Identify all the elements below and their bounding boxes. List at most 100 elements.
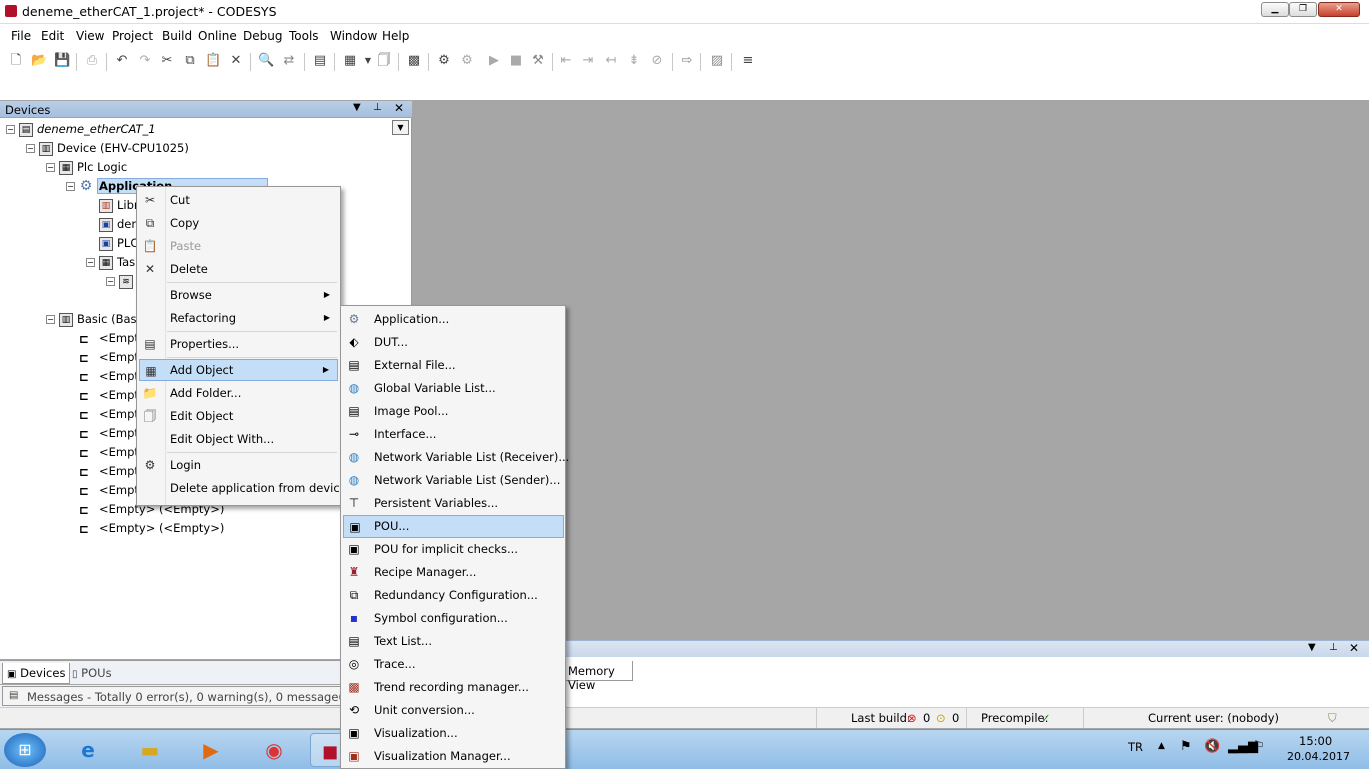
tree-expander-icon[interactable]: −	[6, 125, 15, 134]
tree-node[interactable]: ⊏ <Empt	[66, 348, 139, 366]
logout-icon[interactable]: ⚙	[459, 53, 475, 69]
build-icon[interactable]: ▩	[406, 53, 422, 69]
run-to-cursor-icon[interactable]: ⇟	[626, 53, 642, 69]
submenu-item[interactable]: ⚙ Application...	[343, 308, 564, 331]
tree-node[interactable]	[106, 291, 119, 309]
submenu-item[interactable]: ◍ Network Variable List (Sender)...	[343, 469, 564, 492]
context-menu-item[interactable]: 📋 Paste	[139, 235, 338, 257]
find-icon[interactable]: 🔍	[258, 53, 274, 69]
undo-icon[interactable]: ↶	[114, 53, 130, 69]
tree-node[interactable]: − ▥ Device (EHV-CPU1025)	[26, 139, 189, 157]
step-into-icon[interactable]: ⇥	[580, 53, 596, 69]
context-menu-item[interactable]: Delete application from device	[139, 477, 347, 499]
menu-window[interactable]: Window	[330, 29, 377, 43]
security-shield-icon[interactable]: ⛉	[1328, 711, 1337, 726]
tree-node[interactable]: − ≋	[106, 272, 137, 290]
messages-tab[interactable]: ▤ Messages - Totally 0 error(s), 0 warni…	[2, 686, 359, 706]
cut-icon[interactable]: ✂	[159, 53, 175, 69]
menu-view[interactable]: View	[76, 29, 104, 43]
submenu-item[interactable]: ▣ POU...	[343, 515, 564, 538]
dropdown-arrow-icon[interactable]: ▼	[360, 53, 376, 69]
select-all-icon[interactable]: ▤	[312, 53, 328, 69]
print-icon[interactable]: ⎙	[84, 53, 100, 69]
redo-icon[interactable]: ↷	[137, 53, 153, 69]
tree-dropdown-button[interactable]: ▼	[392, 120, 409, 135]
new-project-icon[interactable]: 🗋	[8, 53, 24, 69]
menu-debug[interactable]: Debug	[243, 29, 282, 43]
context-menu-item[interactable]: ▤ Properties...	[139, 333, 338, 355]
file-explorer-icon[interactable]: ▬	[130, 733, 170, 767]
clock-date[interactable]: 20.04.2017	[1287, 750, 1350, 763]
tree-node[interactable]: − ▦ Tas	[86, 253, 135, 271]
panel-close-icon[interactable]: ✕	[1349, 641, 1359, 655]
add-object-toolbar-icon[interactable]: ▦	[342, 53, 358, 69]
tree-node[interactable]: ⊏ <Empt	[66, 367, 139, 385]
panel-menu-icon[interactable]: ▼	[353, 102, 361, 113]
panel-close-icon[interactable]: ✕	[394, 101, 404, 115]
tab-memory-view[interactable]: Memory View	[565, 661, 633, 692]
internet-explorer-icon[interactable]: e	[68, 733, 108, 767]
tree-node[interactable]: ⊏ <Empt	[66, 481, 139, 499]
submenu-item[interactable]: ⬖ DUT...	[343, 331, 564, 354]
submenu-item[interactable]: ♜ Recipe Manager...	[343, 561, 564, 584]
pin-icon[interactable]: ⊥	[373, 102, 382, 113]
submenu-item[interactable]: ⟲ Unit conversion...	[343, 699, 564, 722]
submenu-item[interactable]: ▤ External File...	[343, 354, 564, 377]
context-menu-item[interactable]: Refactoring ▶	[139, 307, 338, 329]
submenu-item[interactable]: ▤ Image Pool...	[343, 400, 564, 423]
tree-node[interactable]: ⊏ <Empt	[66, 386, 139, 404]
login-icon[interactable]: ⚙	[436, 53, 452, 69]
reset-icon[interactable]: ⚒	[530, 53, 546, 69]
context-menu-item[interactable]: Browse ▶	[139, 284, 338, 306]
submenu-item[interactable]: ▪ Symbol configuration...	[343, 607, 564, 630]
paste-icon[interactable]: 📋	[205, 53, 221, 69]
tree-node[interactable]: − ▦ Plc Logic	[46, 158, 127, 176]
save-icon[interactable]: 💾	[54, 53, 70, 69]
context-menu-item[interactable]: 📁 Add Folder...	[139, 382, 338, 404]
menu-online[interactable]: Online	[198, 29, 237, 43]
tree-node[interactable]: − ▥ Basic (Basic	[46, 310, 146, 328]
show-hidden-icons-icon[interactable]: ▲	[1158, 741, 1165, 751]
context-menu-item[interactable]: ▦ Add Object ▶	[139, 359, 338, 381]
menu-file[interactable]: File	[11, 29, 31, 43]
start-icon[interactable]: ▶	[486, 53, 502, 69]
menu-help[interactable]: Help	[382, 29, 409, 43]
close-button[interactable]: ✕	[1318, 2, 1360, 17]
minimize-button[interactable]: ▁	[1261, 2, 1289, 17]
submenu-item[interactable]: ⊸ Interface...	[343, 423, 564, 446]
breakpoint-icon[interactable]: ⊘	[649, 53, 665, 69]
maximize-button[interactable]: ❐	[1289, 2, 1317, 17]
menu-tools[interactable]: Tools	[289, 29, 319, 43]
language-indicator[interactable]: TR	[1128, 740, 1143, 754]
write-values-icon[interactable]: ⇨	[679, 53, 695, 69]
tree-expander-icon[interactable]: −	[86, 258, 95, 267]
action-center-icon[interactable]: ⚑	[1180, 739, 1192, 754]
menu-project[interactable]: Project	[112, 29, 153, 43]
delete-icon[interactable]: ✕	[228, 53, 244, 69]
tree-expander-icon[interactable]: −	[106, 277, 115, 286]
tree-node[interactable]: ⊏ <Empt	[66, 329, 139, 347]
start-button-icon[interactable]: ⊞	[4, 733, 46, 767]
force-values-icon[interactable]: ▨	[709, 53, 725, 69]
clock-time[interactable]: 15:00	[1299, 734, 1332, 748]
tree-node[interactable]: ⊏ <Empt	[66, 443, 139, 461]
tree-node[interactable]: ▣ PLC	[86, 234, 138, 252]
context-menu-item[interactable]: ✂ Cut	[139, 189, 338, 211]
tree-node[interactable]: ▥ Libr	[86, 196, 139, 214]
add-device-icon[interactable]: 🗍	[376, 53, 392, 69]
submenu-item[interactable]: ⊤ Persistent Variables...	[343, 492, 564, 515]
context-menu-item[interactable]: Edit Object With...	[139, 428, 338, 450]
submenu-item[interactable]: ▣ Visualization...	[343, 722, 564, 745]
tree-expander-icon[interactable]: −	[26, 144, 35, 153]
tree-node[interactable]: − ▤ deneme_etherCAT_1	[6, 120, 156, 138]
copy-icon[interactable]: ⧉	[182, 53, 198, 69]
context-menu-item[interactable]: ⚙ Login	[139, 454, 338, 476]
pin-icon[interactable]: ⊥	[1329, 642, 1338, 653]
flag-icon[interactable]: ⚐	[1253, 739, 1265, 754]
open-project-icon[interactable]: 📂	[31, 53, 47, 69]
submenu-item[interactable]: ▤ Text List...	[343, 630, 564, 653]
submenu-item[interactable]: ▣ POU for implicit checks...	[343, 538, 564, 561]
submenu-item[interactable]: ⧉ Redundancy Configuration...	[343, 584, 564, 607]
context-menu-item[interactable]: 🗍 Edit Object	[139, 405, 338, 427]
menu-edit[interactable]: Edit	[41, 29, 64, 43]
